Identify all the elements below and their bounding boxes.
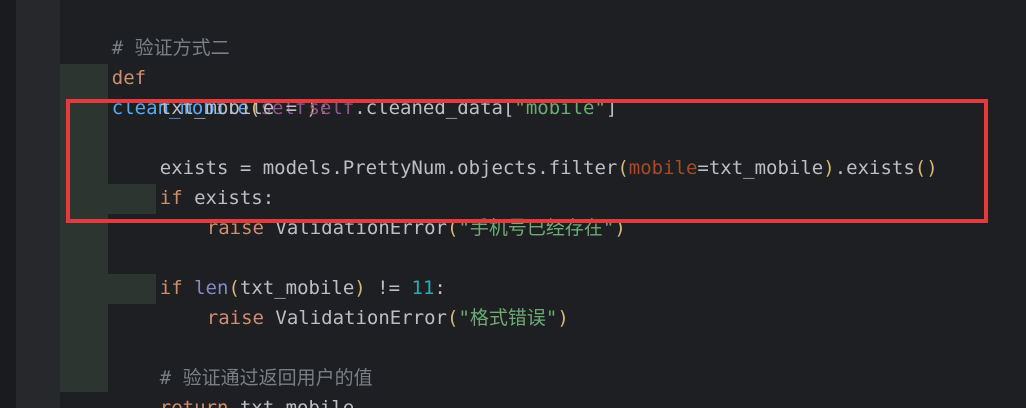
code-line[interactable]: txt_mobile = self.cleaned_data["mobile"] [114, 63, 618, 119]
string-literal: "格式错误" [458, 307, 558, 329]
code-line[interactable]: return txt_mobile [114, 363, 354, 408]
code-line[interactable]: raise ValidationError("格式错误") [161, 273, 569, 329]
highlight-annotation-box [66, 99, 988, 223]
code-text: txt_mobile [228, 397, 355, 408]
code-line[interactable]: # 验证通过返回用户的值 [114, 333, 373, 389]
keyword-return: return [159, 397, 229, 408]
paren: ( [447, 307, 459, 329]
class-name: ValidationError [263, 307, 447, 329]
code-line[interactable]: # 验证方式二 [66, 3, 230, 59]
code-line[interactable]: if len(txt_mobile) != 11: [114, 243, 446, 299]
paren: ) [557, 307, 569, 329]
code-line[interactable]: def clean_mobile(self): [66, 33, 329, 119]
keyword-raise: raise [206, 307, 264, 329]
code-editor[interactable]: # 验证方式二 def clean_mobile(self): txt_mobi… [0, 0, 1026, 408]
editor-gutter [0, 0, 16, 408]
indent-guide [16, 0, 60, 408]
